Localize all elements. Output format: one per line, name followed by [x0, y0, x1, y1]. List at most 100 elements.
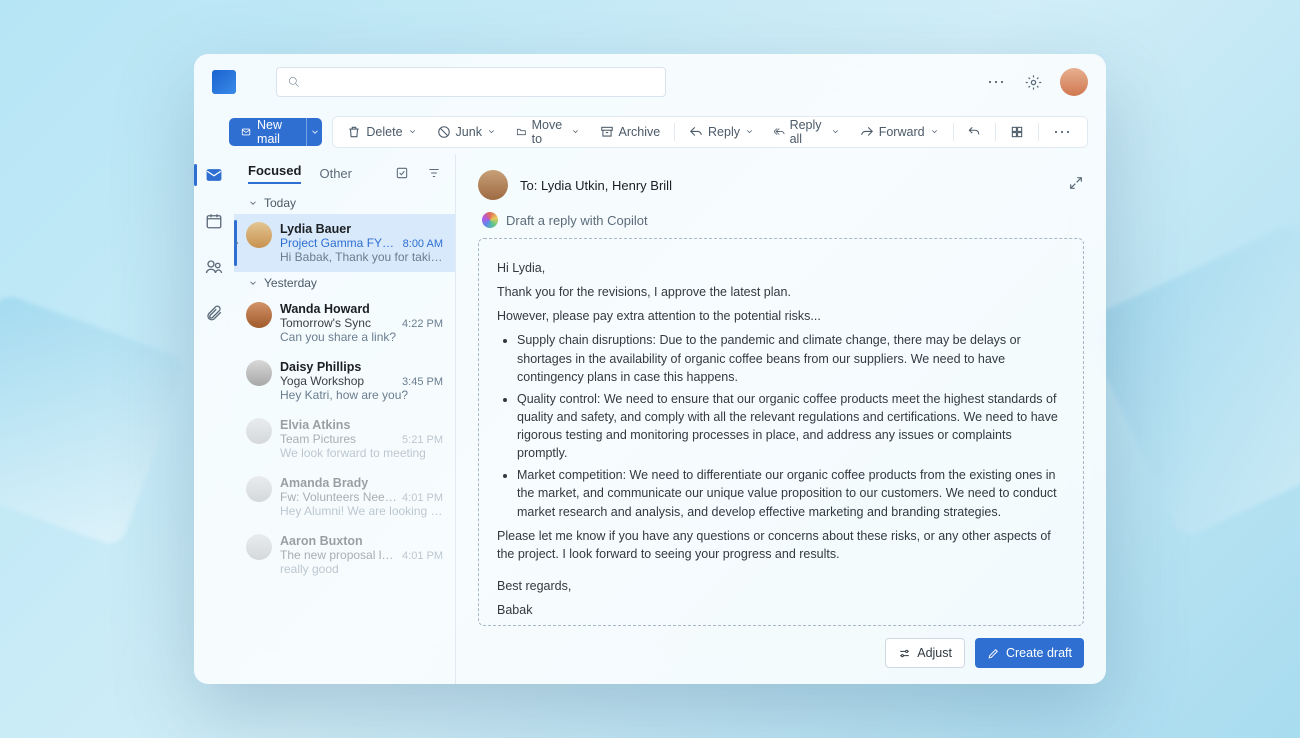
forward-label: Forward — [879, 125, 925, 139]
undo-button[interactable] — [959, 117, 989, 147]
list-item[interactable]: Lydia Bauer Project Gamma FY23 Planni 8:0… — [234, 214, 455, 272]
archive-label: Archive — [619, 125, 661, 139]
draft-paragraph: Thank you for the revisions, I approve t… — [497, 283, 1065, 301]
message-time: 3:45 PM — [402, 376, 443, 388]
create-draft-label: Create draft — [1006, 646, 1072, 660]
chevron-down-icon — [571, 127, 580, 136]
outlook-logo-icon — [212, 70, 236, 94]
avatar — [246, 302, 272, 328]
select-all-icon[interactable] — [395, 166, 409, 180]
avatar — [246, 360, 272, 386]
message-preview: Can you share a link? — [280, 330, 443, 344]
titlebar: ⋯ — [194, 54, 1106, 110]
message-from: Aaron Buxton — [280, 534, 363, 548]
message-from: Lydia Bauer — [280, 222, 351, 236]
expand-button[interactable] — [1068, 175, 1084, 196]
message-preview: Hi Babak, Thank you for taking the — [280, 250, 443, 264]
search-input[interactable] — [276, 67, 666, 97]
draft-signoff: Best regards, — [497, 577, 1065, 595]
undo-icon — [967, 125, 981, 139]
message-preview: Hey Alumni! We are looking for — [280, 504, 443, 518]
chevron-down-icon — [745, 127, 754, 136]
reply-all-button[interactable]: Reply all — [766, 117, 848, 147]
avatar — [246, 476, 272, 502]
more-icon[interactable]: ⋯ — [987, 72, 1007, 93]
reply-icon — [689, 125, 703, 139]
delete-label: Delete — [366, 125, 402, 139]
calendar-icon — [205, 212, 223, 230]
draft-actions: Adjust Create draft — [478, 638, 1084, 668]
reply-button[interactable]: Reply — [681, 117, 762, 147]
chevron-down-icon — [310, 127, 320, 137]
group-today[interactable]: Today — [234, 192, 455, 214]
separator — [1038, 123, 1039, 141]
list-item[interactable]: Elvia Atkins Team Pictures5:21 PM We loo… — [234, 410, 455, 468]
message-subject: The new proposal looks — [280, 548, 398, 562]
toolbar: New mail Delete Junk Move to — [194, 110, 1106, 154]
search-icon — [287, 75, 301, 89]
rail-mail[interactable] — [194, 162, 234, 188]
message-time: 8:00 AM — [403, 238, 443, 250]
adjust-button[interactable]: Adjust — [885, 638, 965, 668]
copilot-prompt[interactable]: Draft a reply with Copilot — [478, 210, 1084, 238]
compose-header: To: Lydia Utkin, Henry Brill — [478, 166, 1084, 210]
chevron-down-icon — [930, 127, 939, 136]
move-to-label: Move to — [532, 118, 566, 146]
copilot-icon — [482, 212, 498, 228]
ribbon-more-button[interactable]: ⋯ — [1045, 117, 1081, 147]
sender-avatar — [478, 170, 508, 200]
avatar — [246, 418, 272, 444]
new-mail-button[interactable]: New mail — [229, 118, 306, 146]
rail-calendar[interactable] — [194, 208, 234, 234]
chevron-down-icon — [408, 127, 417, 136]
create-draft-button[interactable]: Create draft — [975, 638, 1084, 668]
message-subject: Yoga Workshop — [280, 374, 364, 388]
separator — [953, 123, 954, 141]
rail-files[interactable] — [194, 300, 234, 326]
message-list: Focused Other Today Lydia Bauer Project … — [234, 154, 456, 684]
archive-button[interactable]: Archive — [592, 117, 669, 147]
group-yesterday[interactable]: Yesterday — [234, 272, 455, 294]
avatar — [246, 222, 272, 248]
message-subject: Fw: Volunteers Needed — [280, 490, 398, 504]
forward-button[interactable]: Forward — [852, 117, 947, 147]
recipients: To: Lydia Utkin, Henry Brill — [520, 178, 672, 193]
copilot-hint: Draft a reply with Copilot — [506, 213, 648, 228]
list-item[interactable]: Wanda Howard Tomorrow's Sync4:22 PM Can … — [234, 294, 455, 352]
message-preview: really good — [280, 562, 443, 576]
message-from: Elvia Atkins — [280, 418, 350, 432]
people-icon — [205, 258, 223, 276]
mail-icon — [205, 166, 223, 184]
chevron-down-icon — [248, 198, 258, 208]
main-area: Focused Other Today Lydia Bauer Project … — [194, 154, 1106, 684]
draft-preview: Hi Lydia, Thank you for the revisions, I… — [478, 238, 1084, 626]
reply-all-icon — [774, 125, 785, 139]
junk-button[interactable]: Junk — [429, 117, 504, 147]
list-item[interactable]: Daisy Phillips Yoga Workshop3:45 PM Hey … — [234, 352, 455, 410]
rail-people[interactable] — [194, 254, 234, 280]
forward-icon — [860, 125, 874, 139]
attachment-icon — [205, 304, 223, 322]
draft-bullet: Market competition: We need to different… — [517, 466, 1065, 520]
message-from: Daisy Phillips — [280, 360, 361, 374]
message-time: 4:01 PM — [402, 492, 443, 504]
message-preview: We look forward to meeting — [280, 446, 443, 460]
tab-focused[interactable]: Focused — [248, 163, 301, 184]
folder-tabs: Focused Other — [234, 154, 455, 192]
draft-bullet: Supply chain disruptions: Due to the pan… — [517, 331, 1065, 385]
tab-other[interactable]: Other — [319, 166, 352, 181]
list-item[interactable]: Amanda Brady Fw: Volunteers Needed4:01 P… — [234, 468, 455, 526]
apps-button[interactable] — [1002, 117, 1032, 147]
draft-greeting: Hi Lydia, — [497, 259, 1065, 277]
message-subject: Project Gamma FY23 Planni — [280, 236, 399, 250]
move-to-button[interactable]: Move to — [508, 117, 588, 147]
current-user-avatar[interactable] — [1060, 68, 1088, 96]
list-item[interactable]: Aaron Buxton The new proposal looks4:01 … — [234, 526, 455, 584]
draft-paragraph: However, please pay extra attention to t… — [497, 307, 1065, 325]
new-mail-dropdown[interactable] — [306, 118, 323, 146]
settings-icon[interactable] — [1025, 74, 1042, 91]
chevron-down-icon — [487, 127, 496, 136]
delete-button[interactable]: Delete — [339, 117, 424, 147]
pencil-icon — [987, 647, 1000, 660]
filter-icon[interactable] — [427, 166, 441, 180]
